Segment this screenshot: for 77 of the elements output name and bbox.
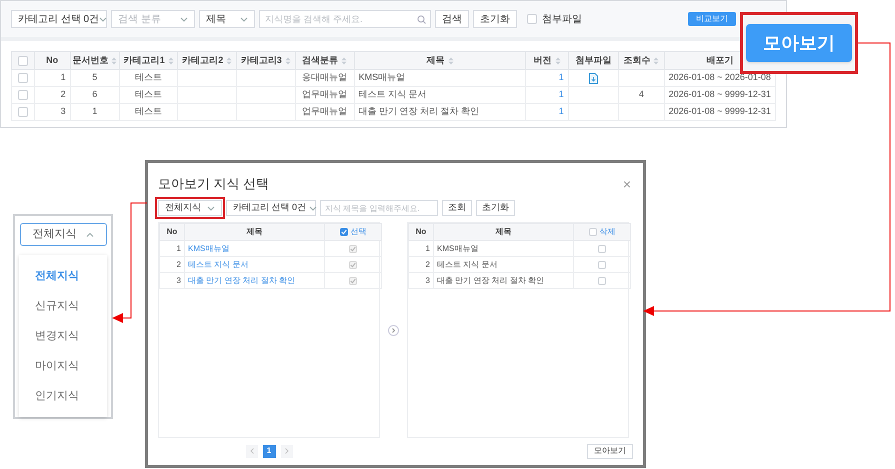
search-icon <box>417 15 426 24</box>
table-cell: 4 <box>638 89 644 100</box>
title-input[interactable]: 지식 제목을 입력해주세요. <box>320 200 438 216</box>
column-header: 삭제 <box>600 226 616 238</box>
sort-icon <box>284 56 291 64</box>
dropdown-option[interactable]: 변경지식 <box>19 321 107 351</box>
table-cell: 2026-01-08 ~ 9999-12-31 <box>668 106 771 116</box>
sort-icon <box>226 56 232 64</box>
table-cell: 2026-01-08 ~ 2026-01-08 <box>668 72 771 82</box>
sort-icon <box>653 56 660 64</box>
checkbox[interactable] <box>340 228 348 236</box>
category-select[interactable]: 카테고리 선택 0건 <box>11 10 107 28</box>
chevron-up-icon <box>86 232 94 237</box>
table-cell: KMS매뉴얼 <box>437 244 478 252</box>
field-select[interactable]: 제목 <box>199 10 255 28</box>
chevron-down-icon <box>99 16 108 22</box>
arrow-right-icon <box>388 324 399 336</box>
sort-icon <box>448 56 454 64</box>
chevron-down-icon <box>240 16 248 22</box>
column-header: 제목 <box>496 227 512 236</box>
sort-icon <box>111 56 118 64</box>
table-cell: 대출 만기 연장 처리 절차 확인 <box>358 106 480 116</box>
table-cell: 테스트 <box>135 106 162 116</box>
table-cell: 대출 만기 연장 처리 절차 확인 <box>437 276 544 284</box>
dropdown-option[interactable]: 신규지식 <box>19 291 107 321</box>
table-cell: 테스트 <box>135 72 162 82</box>
category-select[interactable]: 카테고리 선택 0건 <box>226 200 316 216</box>
table-cell: 5 <box>92 72 98 82</box>
title-link[interactable]: KMS매뉴얼 <box>188 244 230 252</box>
chevron-right-icon <box>284 448 288 454</box>
table-cell: 테스트 지식 문서 <box>358 89 427 100</box>
collect-view-button[interactable]: 모아보기 <box>587 444 633 458</box>
scope-select[interactable]: 전체지식 <box>20 223 106 246</box>
column-header: No <box>416 227 426 236</box>
dropdown-option[interactable]: 마이지식 <box>19 351 107 381</box>
table-cell: 2 <box>176 260 181 268</box>
scope-select[interactable]: 전체지식 <box>158 200 222 216</box>
table-cell: 1 <box>426 244 430 252</box>
file-download-icon <box>588 72 598 84</box>
chevron-down-icon <box>309 206 318 210</box>
search-button[interactable]: 조회 <box>442 200 472 216</box>
sort-icon <box>341 56 348 64</box>
column-header[interactable]: 제목 <box>426 54 445 68</box>
table-cell: KMS매뉴얼 <box>358 72 406 82</box>
table-cell: 테스트 지식 문서 <box>437 260 498 268</box>
table-cell: 2026-01-08 ~ 9999-12-31 <box>668 89 771 100</box>
column-header: 제목 <box>246 227 262 236</box>
table-cell: 2 <box>60 89 66 100</box>
modal-title: 모아보기 지식 선택 <box>158 175 270 194</box>
previous-page-button[interactable] <box>246 444 258 458</box>
reset-button[interactable]: 초기화 <box>473 10 517 28</box>
table-cell: 3 <box>426 276 430 284</box>
column-header: 선택 <box>350 226 366 238</box>
table-cell: 업무매뉴얼 <box>302 89 348 100</box>
column-header[interactable]: 배포기 <box>706 54 734 68</box>
table-cell: 3 <box>60 106 66 116</box>
next-page-button[interactable] <box>280 444 292 458</box>
table-cell: 3 <box>176 276 181 284</box>
table-cell: 2 <box>426 260 430 268</box>
table-cell: 1 <box>92 106 98 116</box>
search-field[interactable]: 지식명을 검색해 주세요. <box>259 10 431 28</box>
search-button[interactable]: 검색 <box>435 10 469 28</box>
table-cell: 업무매뉴얼 <box>302 106 348 116</box>
column-header: No <box>166 227 178 236</box>
sort-icon <box>168 56 174 64</box>
dropdown-option[interactable]: 인기지식 <box>19 381 107 411</box>
chevron-down-icon <box>207 206 215 210</box>
table-cell: 테스트 <box>135 89 162 100</box>
sort-icon <box>554 56 561 64</box>
chevron-left-icon <box>250 448 254 454</box>
checkbox-label: 첨부파일 <box>542 12 582 26</box>
table-cell: 6 <box>92 89 98 100</box>
chevron-down-icon <box>180 16 188 22</box>
reset-button[interactable]: 초기화 <box>476 200 515 216</box>
table-cell: 1 <box>60 72 66 82</box>
table-cell: 응대매뉴얼 <box>302 72 348 82</box>
table-cell: 1 <box>176 244 181 252</box>
